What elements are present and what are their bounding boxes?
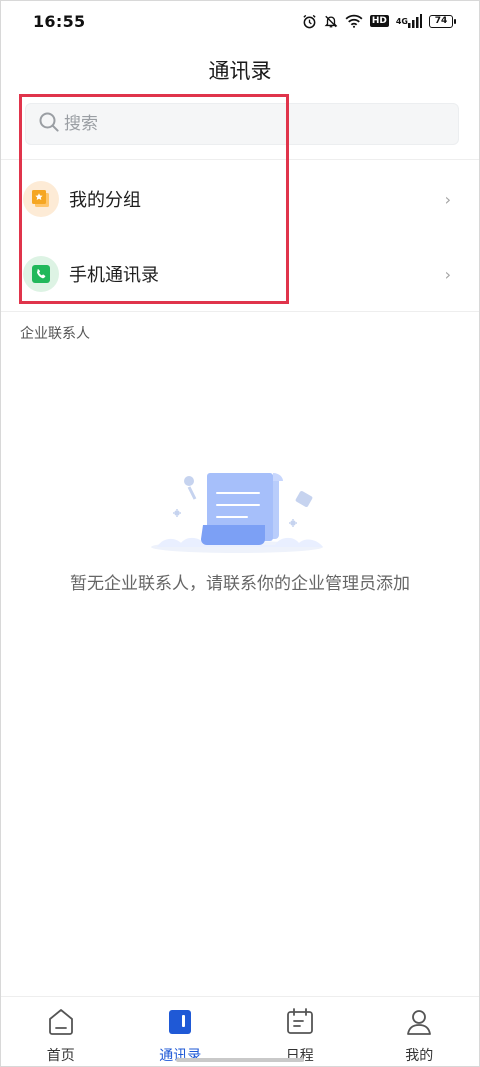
- network-label: 4G: [395, 16, 408, 26]
- mute-bell-icon: [324, 14, 338, 29]
- section-title: 企业联系人: [20, 326, 90, 342]
- bottom-nav: 首页 通讯录 日程 我的: [1, 996, 479, 1066]
- chevron-right-icon: ›: [444, 264, 451, 284]
- nav-label: 我的: [405, 1048, 434, 1064]
- home-indicator: [176, 1058, 304, 1062]
- page-title: 通讯录: [208, 59, 272, 83]
- signal-icon: 4G: [396, 14, 422, 28]
- chevron-right-icon: ›: [444, 189, 451, 209]
- nav-label: 日程: [285, 1048, 314, 1064]
- status-icons: HD 4G 74: [302, 14, 456, 29]
- nav-item-contacts[interactable]: 通讯录: [121, 997, 241, 1066]
- nav-item-schedule[interactable]: 日程: [240, 997, 360, 1066]
- alarm-icon: [302, 14, 317, 29]
- divider: [1, 311, 479, 312]
- contacts-icon: [165, 1007, 195, 1041]
- calendar-icon: [285, 1007, 315, 1041]
- nav-label: 首页: [46, 1048, 75, 1064]
- empty-state-illustration: [147, 463, 327, 559]
- highlight-box: [19, 94, 289, 304]
- empty-state-message: 暂无企业联系人，请联系你的企业管理员添加: [70, 574, 410, 594]
- status-bar: 16:55 HD 4G 74: [1, 1, 479, 41]
- nav-item-mine[interactable]: 我的: [360, 997, 480, 1066]
- nav-item-home[interactable]: 首页: [1, 997, 121, 1066]
- wifi-icon: [345, 14, 363, 28]
- profile-icon: [404, 1007, 434, 1041]
- battery-indicator: 74: [429, 14, 456, 28]
- nav-label: 通讯录: [159, 1048, 202, 1064]
- hd-badge: HD: [369, 15, 389, 27]
- home-icon: [46, 1007, 76, 1041]
- status-time: 16:55: [33, 11, 86, 31]
